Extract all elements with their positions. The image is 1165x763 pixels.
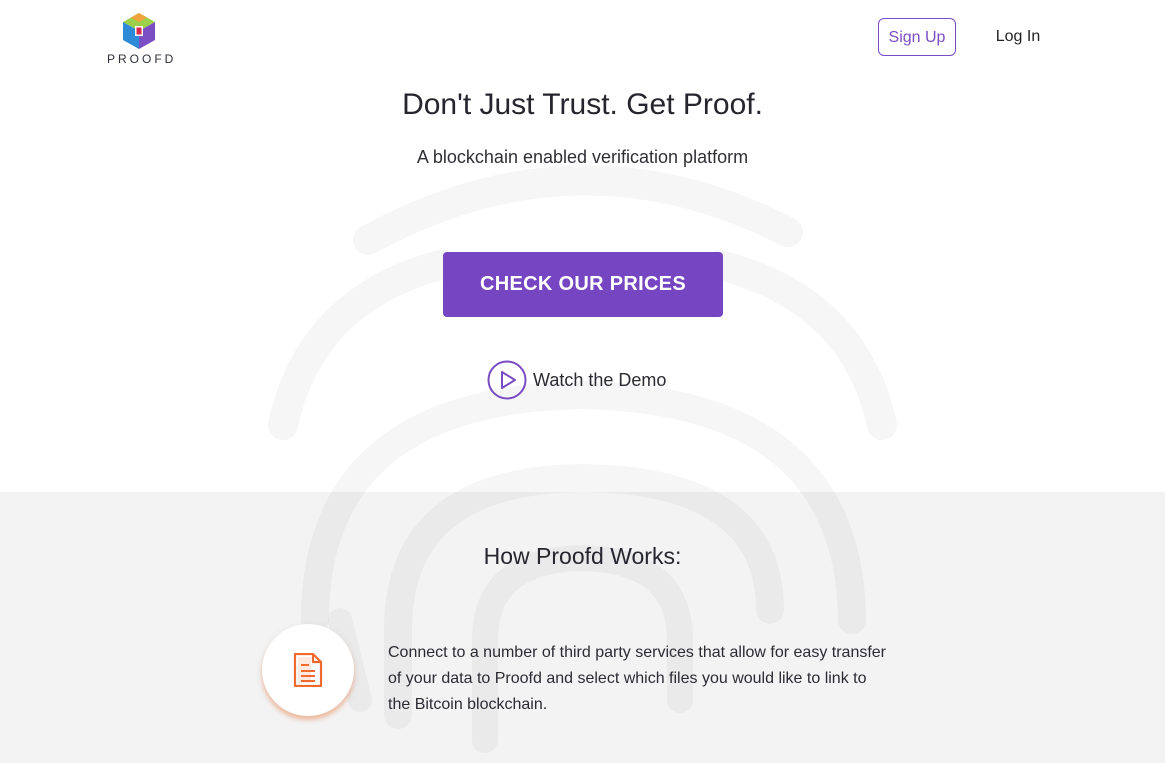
page-title: Don't Just Trust. Get Proof. (402, 88, 763, 121)
proofd-logo[interactable]: PROOFD (104, 12, 174, 66)
sign-up-button[interactable]: Sign Up (878, 18, 956, 56)
watch-demo-link[interactable]: Watch the Demo (487, 359, 687, 401)
check-prices-button[interactable]: CHECK OUR PRICES (443, 252, 723, 317)
proofd-cube-icon (123, 13, 155, 49)
how-it-works-section (0, 492, 1165, 763)
page-subtitle: A blockchain enabled verification platfo… (416, 147, 749, 167)
hero-section (0, 0, 1165, 492)
document-icon (293, 653, 323, 687)
step-description: Connect to a number of third party servi… (388, 644, 887, 713)
step-icon-badge (262, 624, 354, 716)
watch-demo-label: Watch the Demo (533, 369, 667, 390)
how-it-works-title: How Proofd Works: (483, 543, 682, 569)
logo-text: PROOFD (107, 52, 177, 66)
log-in-link[interactable]: Log In (990, 18, 1046, 56)
play-icon (487, 360, 527, 400)
